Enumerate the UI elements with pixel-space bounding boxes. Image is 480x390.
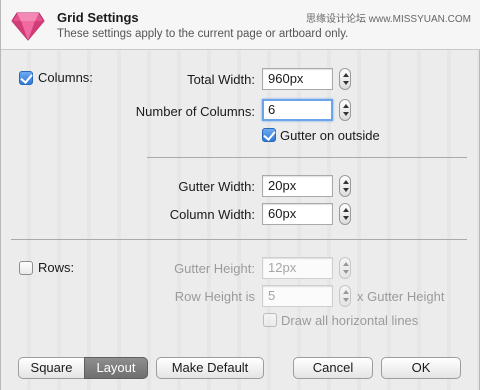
layout-button[interactable]: Layout xyxy=(84,357,148,379)
stepper-down-icon[interactable] xyxy=(343,81,349,85)
stepper-up-icon[interactable] xyxy=(343,104,349,108)
rows-checkbox[interactable] xyxy=(19,261,33,275)
gutter-on-outside-label: Gutter on outside xyxy=(280,128,380,143)
draw-horizontal-lines-checkbox[interactable] xyxy=(263,313,277,327)
rows-label: Rows: xyxy=(38,260,75,275)
square-button[interactable]: Square xyxy=(18,357,84,379)
watermark-text: 思缘设计论坛 www.MISSYUAN.COM xyxy=(305,14,471,25)
total-width-stepper[interactable] xyxy=(339,68,351,90)
row-height-suffix: x Gutter Height xyxy=(357,289,445,304)
grid-settings-dialog: Grid Settings These settings apply to th… xyxy=(0,0,480,390)
column-width-stepper[interactable] xyxy=(339,203,351,225)
stepper-down-icon[interactable] xyxy=(343,112,349,116)
total-width-label: Total Width: xyxy=(187,72,255,87)
gutter-width-stepper[interactable] xyxy=(339,175,351,197)
dialog-title: Grid Settings xyxy=(57,10,139,25)
stepper-down-icon[interactable] xyxy=(343,270,349,274)
stepper-down-icon[interactable] xyxy=(343,188,349,192)
number-of-columns-field[interactable]: 6 xyxy=(262,99,333,121)
columns-divider xyxy=(147,157,467,158)
dialog-header: Grid Settings These settings apply to th… xyxy=(1,0,480,50)
stepper-down-icon[interactable] xyxy=(343,298,349,302)
column-width-field[interactable]: 60px xyxy=(262,203,333,225)
make-default-button[interactable]: Make Default xyxy=(156,357,264,379)
stepper-up-icon[interactable] xyxy=(343,73,349,77)
stepper-up-icon[interactable] xyxy=(343,180,349,184)
total-width-field[interactable]: 960px xyxy=(262,68,333,90)
gutter-height-stepper[interactable] xyxy=(339,257,351,279)
gutter-on-outside-checkbox[interactable] xyxy=(262,128,276,142)
columns-label: Columns: xyxy=(38,70,93,85)
stepper-up-icon[interactable] xyxy=(343,262,349,266)
gutter-width-field[interactable]: 20px xyxy=(262,175,333,197)
number-of-columns-label: Number of Columns: xyxy=(135,104,255,119)
gutter-height-field[interactable]: 12px xyxy=(262,257,333,279)
gutter-width-label: Gutter Width: xyxy=(178,179,255,194)
column-width-label: Column Width: xyxy=(169,207,255,222)
sketch-diamond-icon xyxy=(11,12,45,41)
gutter-height-label: Gutter Height: xyxy=(174,261,255,276)
stepper-up-icon[interactable] xyxy=(343,290,349,294)
row-height-label: Row Height is xyxy=(174,289,255,304)
stepper-down-icon[interactable] xyxy=(343,216,349,220)
row-height-field[interactable]: 5 xyxy=(262,285,333,307)
number-of-columns-stepper[interactable] xyxy=(339,99,351,121)
ok-button[interactable]: OK xyxy=(381,357,461,379)
cancel-button[interactable]: Cancel xyxy=(293,357,373,379)
stepper-up-icon[interactable] xyxy=(343,208,349,212)
section-divider xyxy=(11,239,467,240)
draw-horizontal-lines-label: Draw all horizontal lines xyxy=(281,313,419,328)
row-height-stepper[interactable] xyxy=(339,285,351,307)
columns-checkbox[interactable] xyxy=(19,71,33,85)
dialog-subtitle: These settings apply to the current page… xyxy=(57,28,349,40)
